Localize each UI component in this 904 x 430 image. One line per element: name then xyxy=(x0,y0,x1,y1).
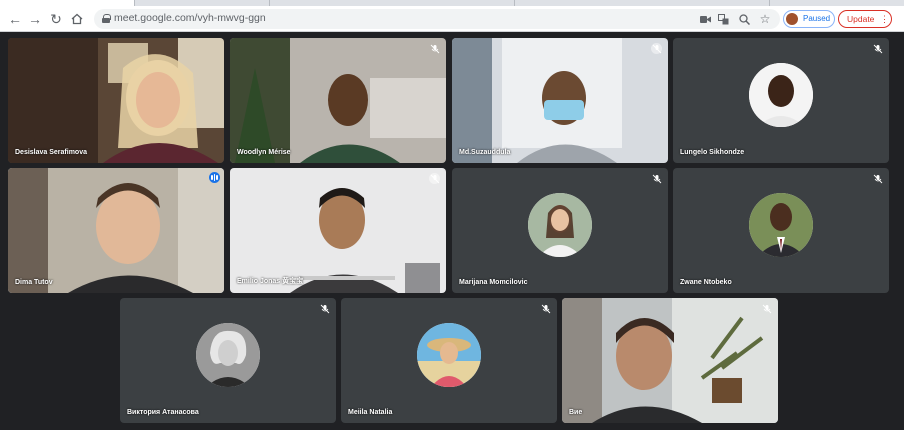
mic-muted-icon xyxy=(872,173,883,184)
update-label: Update xyxy=(847,14,875,24)
participant-name: Emilio Jonas 黄宝宝 xyxy=(237,278,304,285)
video-feed xyxy=(230,38,446,163)
participant-name: Marijana Momcilovic xyxy=(459,279,528,286)
mic-muted-icon xyxy=(761,303,772,314)
back-arrow-icon[interactable]: ← xyxy=(5,9,25,29)
kebab-menu-icon[interactable]: ⋮ xyxy=(880,13,889,25)
participant-name: Md.Suzauddula xyxy=(459,149,511,156)
video-feed xyxy=(8,168,224,293)
participant-tile[interactable]: Emilio Jonas 黄宝宝 xyxy=(230,168,446,293)
speaking-indicator-icon xyxy=(209,172,220,183)
participant-tile[interactable]: Dima Tutov xyxy=(8,168,224,293)
participant-name: Lungelo Sikhondze xyxy=(680,149,745,156)
participant-name: Zwane Ntobeko xyxy=(680,279,732,286)
video-feed xyxy=(562,298,778,423)
participant-name: Woodlyn Mérise xyxy=(237,149,291,156)
participant-tile[interactable]: Md.Suzauddula xyxy=(452,38,668,163)
star-icon[interactable]: ☆ xyxy=(758,12,772,26)
participant-name: Desislava Serafimova xyxy=(15,149,87,156)
participant-tile[interactable]: Woodlyn Mérise xyxy=(230,38,446,163)
reload-icon[interactable]: ↻ xyxy=(46,9,66,29)
mic-muted-icon xyxy=(872,43,883,54)
mic-muted-icon xyxy=(429,173,440,184)
forward-arrow-icon[interactable]: → xyxy=(25,9,45,29)
video-feed xyxy=(452,38,668,163)
video-feed xyxy=(230,168,446,293)
participant-tile[interactable]: Виктория Атанасова xyxy=(120,298,336,423)
translate-icon[interactable] xyxy=(716,12,730,26)
profile-status: Paused xyxy=(803,14,831,23)
home-icon[interactable] xyxy=(67,9,87,29)
browser-toolbar: ← → ↻ meet.google.com/vyh-mwvg-ggn ☆ Pau… xyxy=(0,6,904,32)
participant-tile[interactable]: Lungelo Sikhondze xyxy=(673,38,889,163)
participant-tile[interactable]: Marijana Momcilovic xyxy=(452,168,668,293)
mic-muted-icon xyxy=(651,43,662,54)
profile-button[interactable]: Paused xyxy=(783,10,835,28)
participant-name: Вие xyxy=(569,409,583,416)
video-feed xyxy=(8,38,224,163)
url-text[interactable]: meet.google.com/vyh-mwvg-ggn xyxy=(114,12,266,24)
avatar xyxy=(528,192,592,257)
mic-muted-icon xyxy=(319,303,330,314)
meeting-grid: Desislava Serafimova Woodlyn Mérise Md.S xyxy=(0,33,904,430)
participant-tile[interactable]: Desislava Serafimova xyxy=(8,38,224,163)
avatar xyxy=(749,62,813,127)
lock-icon[interactable] xyxy=(102,14,111,23)
participant-name: Dima Tutov xyxy=(15,279,53,286)
participant-tile[interactable]: Вие xyxy=(562,298,778,423)
mic-muted-icon xyxy=(429,43,440,54)
participant-name: Виктория Атанасова xyxy=(127,409,199,416)
avatar xyxy=(786,13,798,25)
participant-tile[interactable]: Meiila Natalia xyxy=(341,298,557,423)
avatar xyxy=(196,322,260,387)
avatar xyxy=(417,322,481,387)
address-bar[interactable]: meet.google.com/vyh-mwvg-ggn ☆ xyxy=(94,9,780,29)
zoom-icon[interactable] xyxy=(737,12,751,26)
participant-tile[interactable]: Zwane Ntobeko xyxy=(673,168,889,293)
update-button[interactable]: Update ⋮ xyxy=(838,10,892,28)
participant-name: Meiila Natalia xyxy=(348,409,393,416)
mic-muted-icon xyxy=(651,173,662,184)
mic-muted-icon xyxy=(540,303,551,314)
avatar xyxy=(749,192,813,257)
camera-icon[interactable] xyxy=(698,12,712,26)
